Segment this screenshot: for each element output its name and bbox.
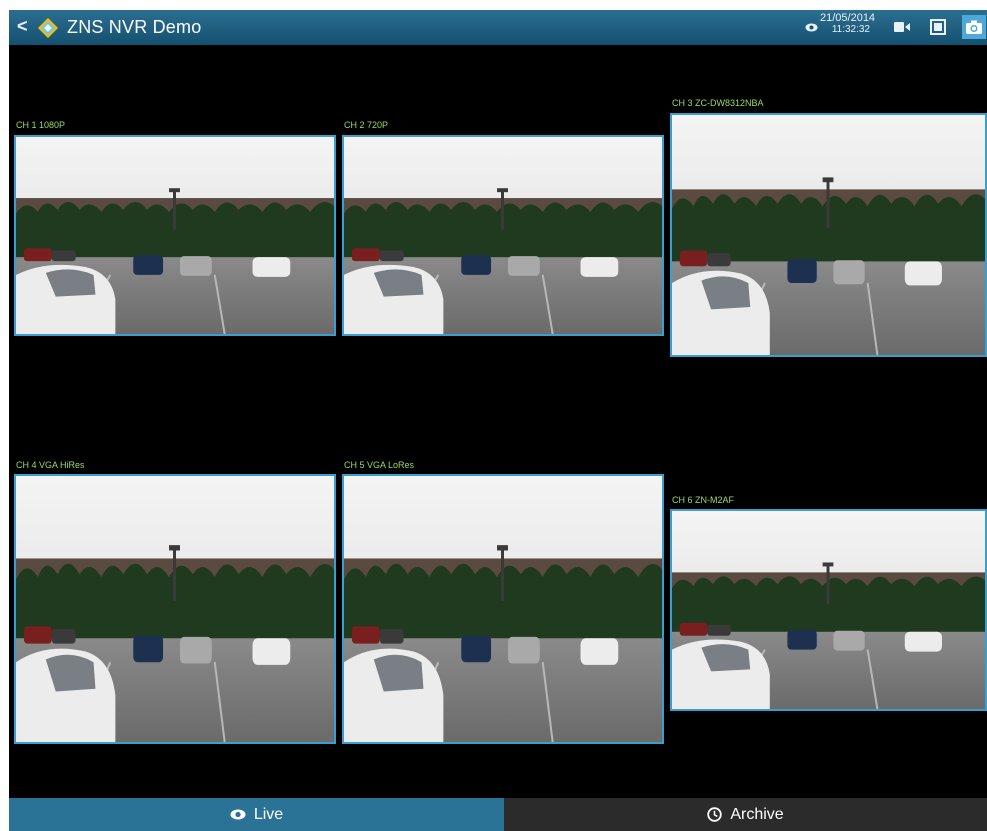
tab-live[interactable]: Live [9, 798, 504, 831]
channel-label: CH 4 VGA HiRes [16, 460, 85, 470]
camera-feed-image [344, 476, 662, 742]
app-title: ZNS NVR Demo [67, 17, 202, 37]
tab-archive[interactable]: Archive [504, 798, 987, 831]
camera-feed-image [672, 511, 985, 709]
snapshot-button[interactable] [962, 15, 986, 39]
clock-icon [707, 807, 723, 822]
camera-icon [966, 20, 982, 34]
video-camera-icon[interactable] [894, 21, 910, 33]
channel-tile[interactable] [14, 474, 336, 744]
channel-label: CH 1 1080P [16, 120, 66, 130]
back-icon[interactable]: < [17, 16, 28, 37]
bottom-tab-bar: Live Archive [9, 798, 987, 831]
tab-archive-label: Archive [730, 805, 784, 823]
datetime-readout: 21/05/2014 11:32:32 [820, 12, 876, 36]
channel-tile[interactable] [342, 135, 664, 336]
nvr-screen: < ZNS NVR Demo 21/05/2014 11:32:32 CH 1 … [9, 10, 987, 831]
app-logo-icon [38, 18, 58, 38]
camera-feed-image [16, 476, 334, 742]
channel-tile[interactable] [14, 135, 336, 336]
tab-live-label: Live [253, 805, 284, 823]
eye-icon [230, 809, 246, 820]
camera-feed-image [16, 137, 334, 334]
channel-tile[interactable] [670, 509, 987, 711]
camera-feed-image [344, 137, 662, 334]
eye-icon [805, 23, 818, 32]
action-bar: < ZNS NVR Demo 21/05/2014 11:32:32 [9, 10, 987, 45]
stop-icon[interactable] [930, 19, 946, 35]
date-text: 21/05/2014 [820, 12, 876, 24]
time-text: 11:32:32 [831, 24, 870, 35]
channel-tile[interactable] [670, 113, 987, 357]
channel-label: CH 6 ZN-M2AF [672, 495, 735, 505]
channel-label: CH 3 ZC-DW8312NBA [672, 98, 764, 108]
channel-tile[interactable] [342, 474, 664, 744]
camera-feed-image [672, 115, 985, 355]
channel-label: CH 5 VGA LoRes [344, 460, 415, 470]
channel-label: CH 2 720P [344, 120, 389, 130]
